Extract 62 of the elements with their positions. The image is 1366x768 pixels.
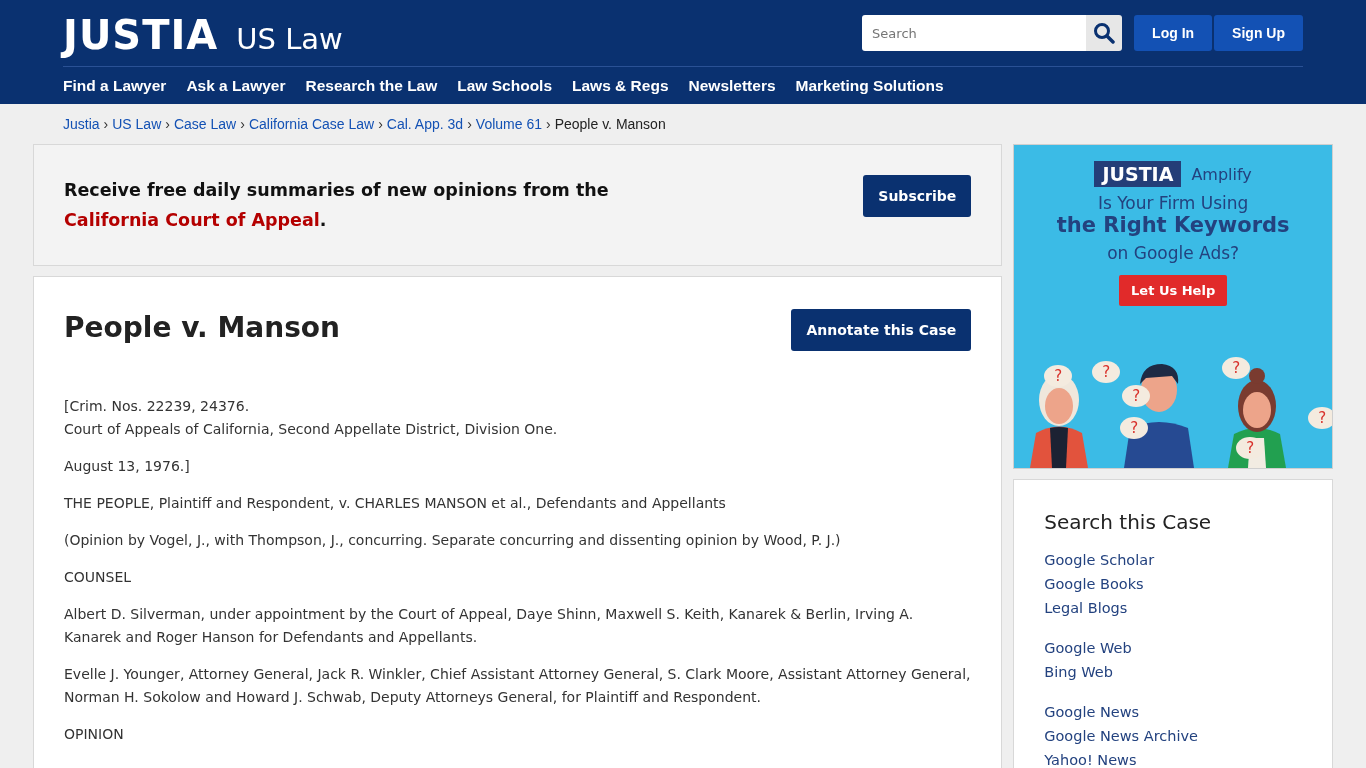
question-bubble: ?: [1120, 417, 1149, 439]
case-paragraph: Court of Appeals of California, Second Appellate District, Division One.: [64, 420, 559, 439]
search-icon: [1093, 22, 1116, 44]
nav-link[interactable]: Newsletters: [688, 76, 776, 95]
breadcrumb-separator: ›: [240, 116, 245, 132]
case-paragraph: Albert D. Silverman, under appointment by the Court of Appeal, Daye Shinn, Maxwell S. Keith, Kanarek & Berlin, Irving A. Kanarek and Roger Hanson for Defendants and Appellants.: [64, 605, 915, 647]
ad-text: Is Your Firm Using: [1097, 193, 1249, 213]
ad-logo: JUSTIA: [1094, 161, 1182, 187]
breadcrumb-link[interactable]: California Case Law: [248, 116, 375, 132]
search-link[interactable]: Google Web: [1044, 636, 1132, 660]
panel-title: Search this Case: [1044, 510, 1213, 534]
nav-link[interactable]: Find a Lawyer: [63, 76, 167, 95]
subscribe-button[interactable]: Subscribe: [863, 175, 972, 217]
breadcrumb-separator: ›: [378, 116, 383, 132]
court-link[interactable]: California Court of Appeal: [64, 210, 320, 230]
header-button[interactable]: Sign Up: [1214, 15, 1303, 51]
search-link[interactable]: Google Scholar: [1044, 548, 1155, 572]
annotate-button[interactable]: Annotate this Case: [791, 309, 972, 351]
nav-link[interactable]: Marketing Solutions: [795, 76, 944, 95]
search-link[interactable]: Yahoo! News: [1044, 748, 1137, 768]
breadcrumb-separator: ›: [103, 116, 109, 132]
question-bubble: ?: [1122, 385, 1151, 407]
case-paragraph: COUNSEL: [64, 568, 133, 587]
breadcrumb-current: People v. Manson: [554, 116, 666, 132]
search-link[interactable]: Google News: [1044, 700, 1140, 724]
question-bubble: ?: [1308, 407, 1332, 429]
ad-text: on Google Ads?: [1107, 243, 1240, 263]
breadcrumb-link[interactable]: Case Law: [173, 116, 237, 132]
ad-brand: Amplify: [1191, 164, 1252, 184]
breadcrumb-link[interactable]: Justia: [63, 116, 100, 132]
search-link[interactable]: Legal Blogs: [1044, 596, 1128, 620]
nav-link[interactable]: Ask a Lawyer: [186, 76, 286, 95]
case-paragraph: OPINION: [64, 725, 125, 744]
question-bubble: ?: [1092, 361, 1121, 383]
breadcrumb-separator: ›: [546, 116, 551, 132]
breadcrumb-separator: ›: [467, 116, 472, 132]
subscribe-text: Receive free daily summaries of new opinions from the California Court of Appeal.: [64, 179, 610, 232]
case-paragraph: August 13, 1976.]: [64, 457, 191, 476]
breadcrumb-link[interactable]: Cal. App. 3d: [386, 116, 464, 132]
case-paragraph: Evelle J. Younger, Attorney General, Jack R. Winkler, Chief Assistant Attorney General, S. Clark Moore, Assistant Attorney General, Norman H. Sokolow and Howard J. Schwab, Deputy Attorneys General, for Plaintiff and Respondent.: [64, 665, 972, 707]
case-paragraph: (Opinion by Vogel, J., with Thompson, J., concurring. Separate concurring and dissenting opinion by Wood, P. J.): [64, 531, 842, 550]
breadcrumb-link[interactable]: US Law: [112, 116, 162, 132]
case-paragraph: THE PEOPLE, Plaintiff and Respondent, v. CHARLES MANSON et al., Defendants and Appellants: [64, 494, 727, 513]
ad-headline: the Right Keywords: [1056, 213, 1290, 237]
ad-banner[interactable]: JUSTIA Amplify Is Your Firm Using the Right Keywords on Google Ads? Let Us Help ? ? ? ? ? ? ?: [1013, 144, 1333, 469]
question-bubble: ?: [1044, 365, 1073, 387]
breadcrumb-separator: ›: [165, 116, 170, 132]
ad-button[interactable]: Let Us Help: [1119, 275, 1228, 306]
search-link[interactable]: Google News Archive: [1044, 724, 1199, 748]
section-title: US Law: [236, 22, 343, 56]
search-field[interactable]: Search: [862, 15, 1087, 51]
header-button[interactable]: Log In: [1134, 15, 1213, 51]
search-link[interactable]: Bing Web: [1044, 660, 1113, 684]
nav-link[interactable]: Law Schools: [457, 76, 553, 95]
case-title: People v. Manson: [64, 311, 340, 344]
search-button[interactable]: [1086, 15, 1123, 51]
nav-link[interactable]: Laws & Regs: [572, 76, 669, 95]
question-bubble: ?: [1222, 357, 1251, 379]
search-link[interactable]: Google Books: [1044, 572, 1144, 596]
breadcrumb-link[interactable]: Volume 61: [475, 116, 542, 132]
nav-link[interactable]: Research the Law: [305, 76, 438, 95]
case-paragraph: [Crim. Nos. 22239, 24376.: [64, 397, 251, 416]
